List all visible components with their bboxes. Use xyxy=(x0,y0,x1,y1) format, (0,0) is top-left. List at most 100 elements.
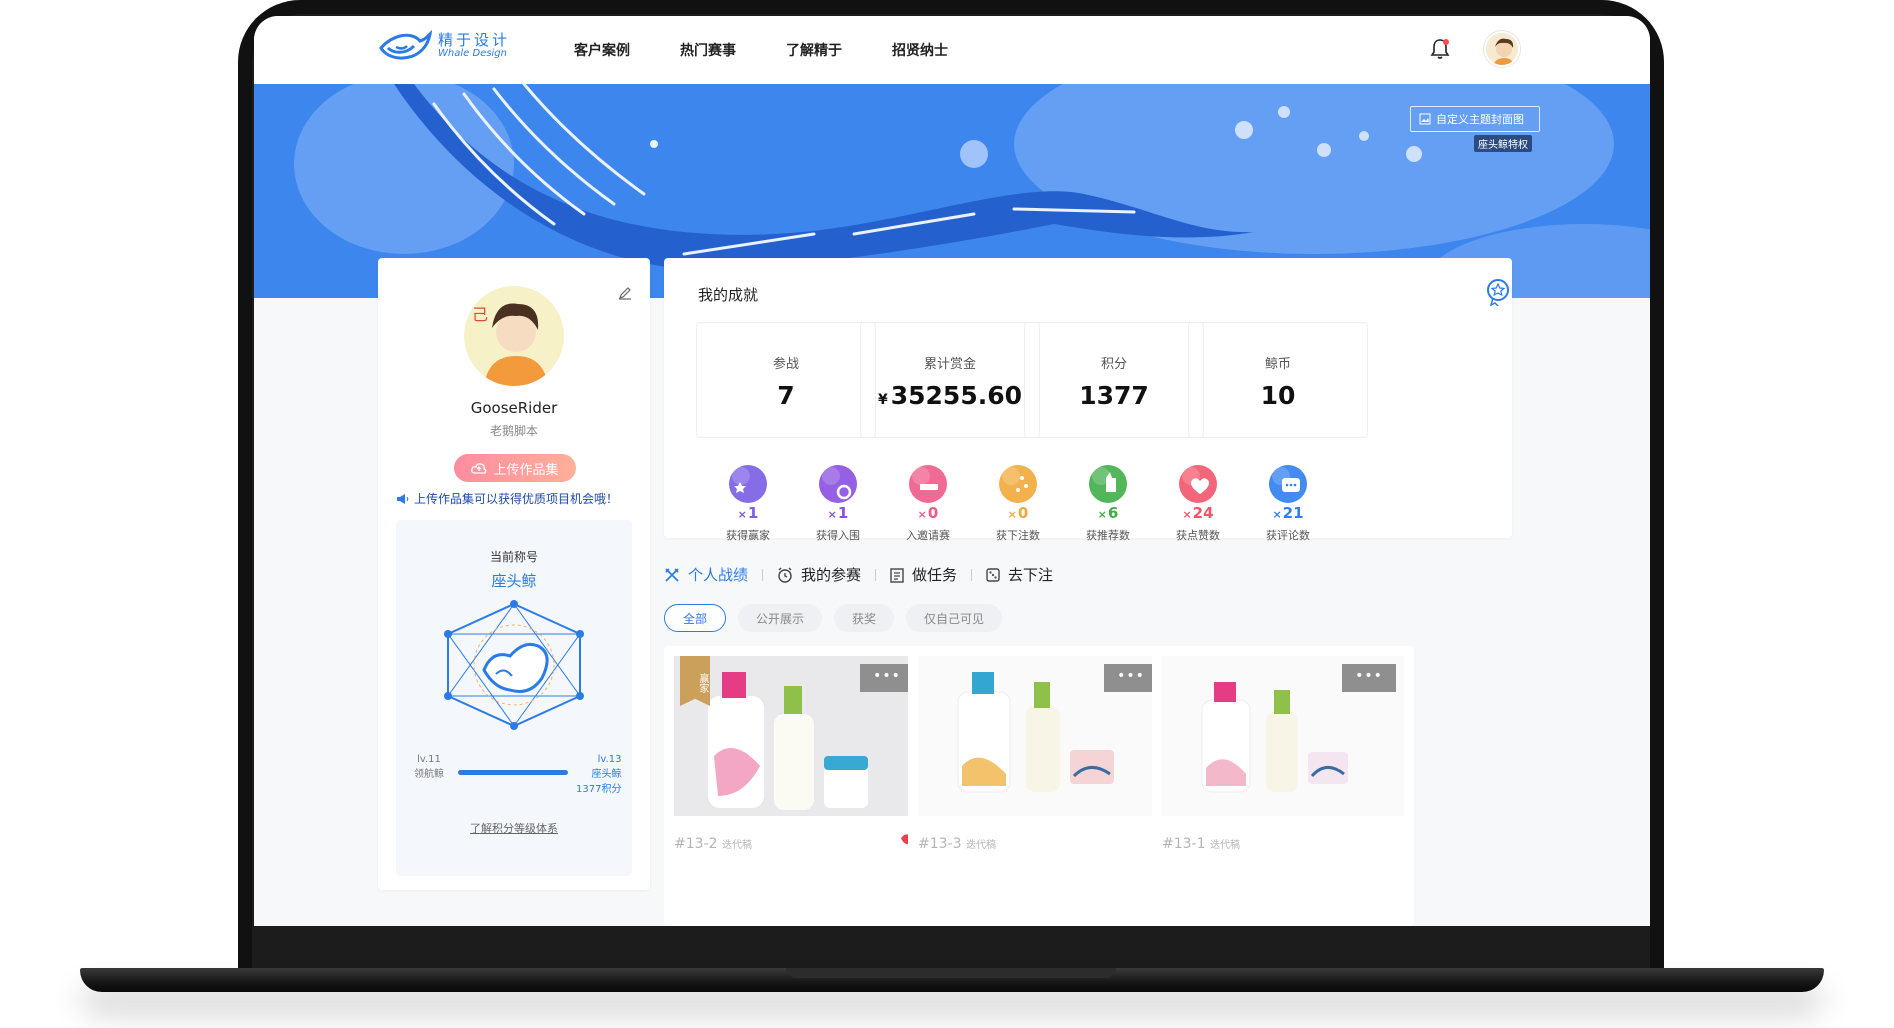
tab-divider xyxy=(971,568,973,581)
humpback-emblem-icon xyxy=(444,600,584,730)
rank-system-link[interactable]: 了解积分等级体系 xyxy=(396,820,632,836)
level-to: lv.13 座头鲸 1377积分 xyxy=(576,752,621,797)
winner-ribbon: 赢家 xyxy=(680,656,710,706)
stat-label: 积分 xyxy=(1100,357,1127,372)
svg-text:己: 己 xyxy=(472,305,488,324)
medal-count-value: 0 xyxy=(1017,504,1029,522)
medal-item[interactable]: ×0 入邀请赛 xyxy=(878,464,978,543)
medal-count-value: 21 xyxy=(1282,504,1304,522)
more-options-button[interactable]: ••• xyxy=(860,664,914,692)
medal-item[interactable]: ×1 获得赢家 xyxy=(698,464,798,543)
currency-symbol: ¥ xyxy=(877,392,888,408)
work-title: #13-3 迭代稿 xyxy=(918,836,996,852)
filter-public[interactable]: 公开展示 xyxy=(738,604,823,632)
thumbs-up-medal-icon xyxy=(1089,465,1127,503)
medal-label: 入邀请赛 xyxy=(906,529,950,542)
medal-count: ×1 xyxy=(737,504,759,522)
profile-avatar[interactable]: 己 xyxy=(464,286,564,386)
medal-count-value: 1 xyxy=(747,504,759,522)
work-thumbnail[interactable]: ••• xyxy=(1162,656,1404,816)
nav-link-about[interactable]: 了解精于 xyxy=(786,40,842,60)
work-card[interactable]: ••• #13-3 迭代稿 xyxy=(908,646,1176,926)
tab-divider xyxy=(875,568,877,581)
medal-label: 获下注数 xyxy=(996,529,1040,542)
work-tag: 迭代稿 xyxy=(1209,840,1240,851)
user-avatar-top[interactable] xyxy=(1484,31,1520,67)
level-from: lv.11 领航鲸 xyxy=(414,752,444,782)
work-id: #13-3 xyxy=(918,836,962,852)
stat-battles: 参战 7 xyxy=(696,322,876,438)
work-id: #13-2 xyxy=(674,836,718,852)
work-card[interactable]: 赢家 ••• #13-2 迭代稿 xyxy=(664,646,932,926)
work-title: #13-1 迭代稿 xyxy=(1162,836,1240,852)
logo-cn-text: 精于设计 xyxy=(438,31,511,49)
nav-link-cases[interactable]: 客户案例 xyxy=(574,40,630,60)
medal-item[interactable]: ×6 获推荐数 xyxy=(1058,464,1158,543)
achievements-card: 我的成就 参战 7 累计赏金 ¥35255.60 积分 1377 鲸币 10 ×… xyxy=(664,258,1512,542)
filter-awarded[interactable]: 获奖 xyxy=(834,604,895,632)
work-card[interactable]: ••• #13-1 迭代稿 xyxy=(1152,646,1414,926)
bounty-amount: 35255.60 xyxy=(890,381,1022,410)
level-from-number: lv.11 xyxy=(417,754,441,765)
medal-item[interactable]: ×24 获点赞数 xyxy=(1148,464,1248,543)
stat-label: 参战 xyxy=(772,357,799,372)
medal-item[interactable]: ×1 获得入围 xyxy=(788,464,888,543)
medal-label: 获推荐数 xyxy=(1086,529,1130,542)
stat-whale-coins: 鲸币 10 xyxy=(1188,322,1368,438)
nav-link-careers[interactable]: 招贤纳士 xyxy=(892,40,948,60)
level-to-points: 1377积分 xyxy=(576,784,622,795)
work-thumbnail[interactable]: 赢家 ••• xyxy=(674,656,922,816)
medal-count-value: 6 xyxy=(1107,504,1119,522)
logo[interactable]: 精于设计 Whale Design xyxy=(378,30,510,62)
customize-cover-button[interactable]: 自定义主题封面图 xyxy=(1410,106,1540,132)
work-thumbnail[interactable]: ••• xyxy=(918,656,1166,816)
nav-links: 客户案例 热门赛事 了解精于 招贤纳士 xyxy=(574,40,948,60)
upload-portfolio-label: 上传作品集 xyxy=(493,462,559,478)
tab-my-contests[interactable]: 我的参赛 xyxy=(777,564,875,585)
rank-panel: 当前称号 座头鲸 lv.11 领航鲸 lv.13 座头鲸 1377积分 了解积分… xyxy=(396,520,632,876)
medal-label: 获点赞数 xyxy=(1176,529,1220,542)
medal-item[interactable]: ×0 获下注数 xyxy=(968,464,1068,543)
username: GooseRider xyxy=(470,399,558,417)
logo-en-text: Whale Design xyxy=(438,48,507,59)
level-to-name: 座头鲸 xyxy=(591,769,622,780)
stat-label: 累计赏金 xyxy=(923,357,976,372)
level-progress-bar xyxy=(458,770,568,775)
more-options-button[interactable]: ••• xyxy=(1342,664,1396,692)
work-id: #13-1 xyxy=(1162,836,1206,852)
tab-bar: 个人战绩 我的参赛 做任务 去下注 xyxy=(664,564,1067,585)
dice-icon xyxy=(986,567,1000,582)
nav-link-contests[interactable]: 热门赛事 xyxy=(680,40,736,60)
stat-bounty: 累计赏金 ¥35255.60 xyxy=(860,322,1040,438)
tab-tasks[interactable]: 做任务 xyxy=(890,564,971,585)
tab-label: 做任务 xyxy=(912,566,958,584)
filter-all[interactable]: 全部 xyxy=(664,604,727,632)
bell-icon[interactable] xyxy=(1430,38,1450,60)
edit-icon[interactable] xyxy=(618,286,632,300)
filter-private[interactable]: 仅自己可见 xyxy=(906,604,1003,632)
rank-name: 座头鲸 xyxy=(491,572,537,590)
medal-count-value: 0 xyxy=(927,504,939,522)
medal-count: ×21 xyxy=(1272,504,1304,522)
medal-count: ×1 xyxy=(827,504,849,522)
work-tag: 迭代稿 xyxy=(965,840,996,851)
medal-count: ×0 xyxy=(1007,504,1029,522)
medal-count: ×24 xyxy=(1182,504,1214,522)
medal-item[interactable]: ×21 获评论数 xyxy=(1238,464,1338,543)
comment-medal-icon xyxy=(1269,465,1307,503)
tab-label: 我的参赛 xyxy=(801,566,862,584)
tab-personal-record[interactable]: 个人战绩 xyxy=(664,564,762,585)
achievements-title: 我的成就 xyxy=(698,286,759,304)
medal-label: 获得赢家 xyxy=(726,529,770,542)
top-navigation: 精于设计 Whale Design 客户案例 热门赛事 了解精于 招贤纳士 xyxy=(254,16,1650,84)
privilege-badge: 座头鲸特权 xyxy=(1474,135,1532,152)
work-tag: 迭代稿 xyxy=(721,840,752,851)
megaphone-icon xyxy=(397,493,409,504)
upload-portfolio-button[interactable]: 上传作品集 xyxy=(454,454,576,482)
alarm-clock-icon xyxy=(778,567,792,583)
more-options-button[interactable]: ••• xyxy=(1104,664,1158,692)
medal-count: ×0 xyxy=(917,504,939,522)
cloud-upload-icon xyxy=(471,463,487,474)
tab-bet[interactable]: 去下注 xyxy=(986,564,1067,585)
star-badge-icon[interactable] xyxy=(1486,278,1510,306)
